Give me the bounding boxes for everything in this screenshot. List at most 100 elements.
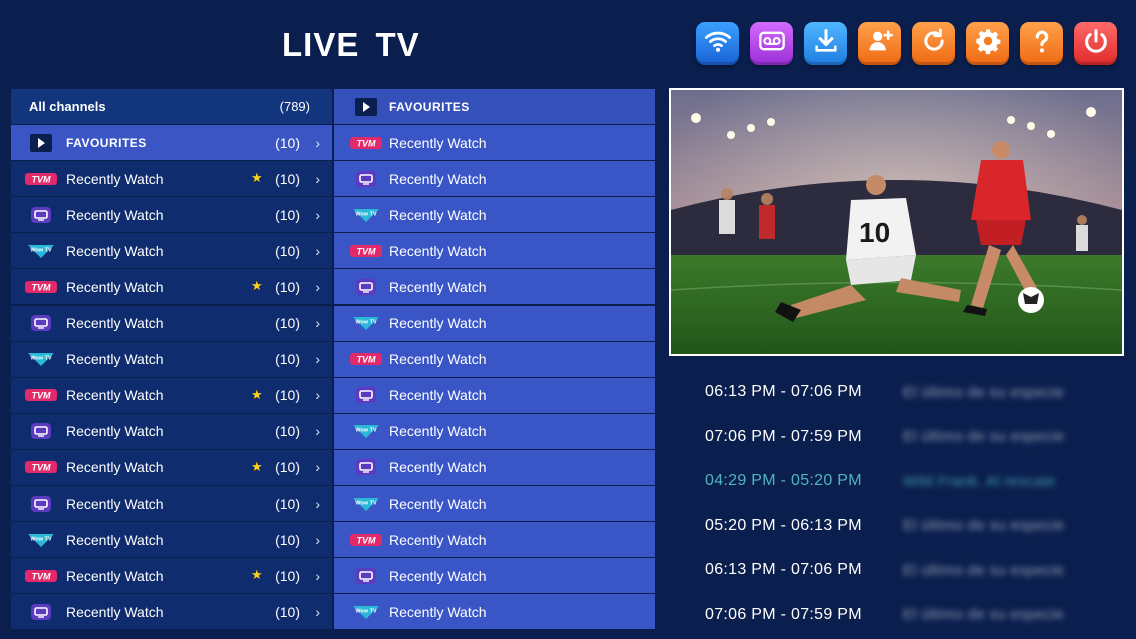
chevron-right-icon: ›	[315, 134, 320, 151]
svg-text:TVM: TVM	[32, 282, 52, 292]
svg-text:Wow TV: Wow TV	[30, 536, 52, 542]
power-icon	[1082, 27, 1110, 60]
epg-time: 05:20 PM - 06:13 PM	[705, 516, 862, 534]
chevron-right-icon: ›	[315, 242, 320, 259]
epg-row[interactable]: 06:13 PM - 07:06 PM El último de su espec…	[705, 370, 1125, 415]
wifi-button[interactable]	[696, 22, 739, 65]
channel-row[interactable]: Recently Watch	[334, 377, 655, 413]
category-label: Recently Watch	[66, 278, 164, 295]
tvm-logo-icon: TVM	[25, 389, 57, 402]
help-icon	[1028, 27, 1056, 60]
svg-text:Wow TV: Wow TV	[355, 211, 377, 217]
epg-program-title: El último de su especie	[903, 561, 1065, 579]
category-row[interactable]: Recently Watch (10) ›	[11, 413, 332, 449]
svg-text:Wow TV: Wow TV	[355, 428, 377, 434]
tvm-logo-icon: TVM	[350, 136, 382, 149]
chevron-right-icon: ›	[315, 315, 320, 332]
epg-row-current[interactable]: 04:29 PM - 05:20 PM Wild Frank. Al rescat…	[705, 459, 1125, 504]
chevron-right-icon: ›	[315, 387, 320, 404]
epg-row[interactable]: 07:06 PM - 07:59 PM El último de su espec…	[705, 593, 1125, 638]
channel-label: Recently Watch	[389, 206, 487, 223]
channel-row[interactable]: Wow TV Recently Watch	[334, 486, 655, 522]
category-row[interactable]: TVM Recently Watch ★ (10) ›	[11, 558, 332, 594]
help-button[interactable]	[1020, 22, 1063, 65]
svg-text:TVM: TVM	[357, 355, 377, 365]
channel-row[interactable]: TVM Recently Watch	[334, 125, 655, 161]
category-row[interactable]: Wow TV Recently Watch (10) ›	[11, 522, 332, 558]
category-row[interactable]: TVM Recently Watch ★ (10) ›	[11, 449, 332, 485]
star-icon: ★	[251, 567, 263, 583]
channel-row[interactable]: Recently Watch	[334, 558, 655, 594]
wow-tv-logo-icon: Wow TV	[353, 497, 379, 511]
category-label: Recently Watch	[66, 603, 164, 620]
chevron-right-icon: ›	[315, 459, 320, 476]
voicemail-button[interactable]	[750, 22, 793, 65]
category-label: Recently Watch	[66, 206, 164, 223]
channel-row[interactable]: Wow TV Recently Watch	[334, 305, 655, 341]
wow-tv-logo-icon: Wow TV	[353, 317, 379, 331]
star-icon: ★	[251, 386, 263, 402]
category-row[interactable]: Recently Watch (10) ›	[11, 486, 332, 522]
category-label: Recently Watch	[66, 170, 164, 187]
power-button[interactable]	[1074, 22, 1117, 65]
category-row[interactable]: Wow TV Recently Watch (10) ›	[11, 341, 332, 377]
chevron-right-icon: ›	[315, 495, 320, 512]
category-row[interactable]: Recently Watch (10) ›	[11, 197, 332, 233]
svg-text:Wow TV: Wow TV	[355, 608, 377, 614]
epg-row[interactable]: 06:13 PM - 07:06 PM El último de su espec…	[705, 548, 1125, 593]
channel-label: Recently Watch	[389, 134, 487, 151]
tvm-logo-icon: TVM	[25, 569, 57, 582]
category-count: (10)	[275, 531, 300, 548]
tv-logo-icon	[356, 170, 376, 187]
channel-label: Recently Watch	[389, 170, 487, 187]
channel-row[interactable]: Recently Watch	[334, 269, 655, 305]
channel-label: Recently Watch	[389, 278, 487, 295]
tv-logo-icon	[31, 206, 51, 223]
category-row-favourites[interactable]: FAVOURITES (10) ›	[11, 125, 332, 161]
chevron-right-icon: ›	[315, 531, 320, 548]
all-channels-row[interactable]: All channels (789)	[11, 89, 332, 124]
download-button[interactable]	[804, 22, 847, 65]
channel-row[interactable]: TVM Recently Watch	[334, 522, 655, 558]
video-preview[interactable]: 10	[669, 88, 1124, 356]
epg-row[interactable]: 05:20 PM - 06:13 PM El último de su espec…	[705, 504, 1125, 549]
svg-text:10: 10	[859, 217, 890, 248]
category-row[interactable]: Wow TV Recently Watch (10) ›	[11, 233, 332, 269]
svg-text:Wow TV: Wow TV	[30, 356, 52, 362]
channel-row[interactable]: Wow TV Recently Watch	[334, 197, 655, 233]
category-row[interactable]: TVM Recently Watch ★ (10) ›	[11, 269, 332, 305]
channel-row[interactable]: Wow TV Recently Watch	[334, 413, 655, 449]
chevron-right-icon: ›	[315, 206, 320, 223]
play-icon	[355, 97, 377, 116]
category-count: (10)	[275, 603, 300, 620]
category-row[interactable]: Recently Watch (10) ›	[11, 305, 332, 341]
channel-row[interactable]: Recently Watch	[334, 161, 655, 197]
category-label: Recently Watch	[66, 531, 164, 548]
epg-time: 07:06 PM - 07:59 PM	[705, 427, 862, 445]
channel-row[interactable]: TVM Recently Watch	[334, 233, 655, 269]
category-row[interactable]: Recently Watch (10) ›	[11, 594, 332, 630]
channel-header-favourites[interactable]: FAVOURITES	[334, 89, 655, 124]
wow-tv-logo-icon: Wow TV	[28, 533, 54, 547]
chevron-right-icon: ›	[315, 567, 320, 584]
channel-row[interactable]: Wow TV Recently Watch	[334, 594, 655, 630]
category-label: All channels	[29, 99, 106, 114]
category-row[interactable]: TVM Recently Watch ★ (10) ›	[11, 161, 332, 197]
category-count: (10)	[275, 206, 300, 223]
svg-text:TVM: TVM	[32, 174, 52, 184]
channel-row[interactable]: Recently Watch	[334, 449, 655, 485]
svg-text:Wow TV: Wow TV	[30, 247, 52, 253]
gear-button[interactable]	[966, 22, 1009, 65]
channel-label: Recently Watch	[389, 495, 487, 512]
channel-row[interactable]: TVM Recently Watch	[334, 341, 655, 377]
chevron-right-icon: ›	[315, 170, 320, 187]
category-row[interactable]: TVM Recently Watch ★ (10) ›	[11, 377, 332, 413]
add-user-button[interactable]	[858, 22, 901, 65]
epg-row[interactable]: 07:06 PM - 07:59 PM El último de su espec…	[705, 415, 1125, 460]
svg-text:TVM: TVM	[32, 463, 52, 473]
wifi-icon	[704, 27, 732, 60]
category-count: (10)	[275, 242, 300, 259]
chevron-right-icon: ›	[315, 423, 320, 440]
download-icon	[812, 27, 840, 60]
refresh-button[interactable]	[912, 22, 955, 65]
